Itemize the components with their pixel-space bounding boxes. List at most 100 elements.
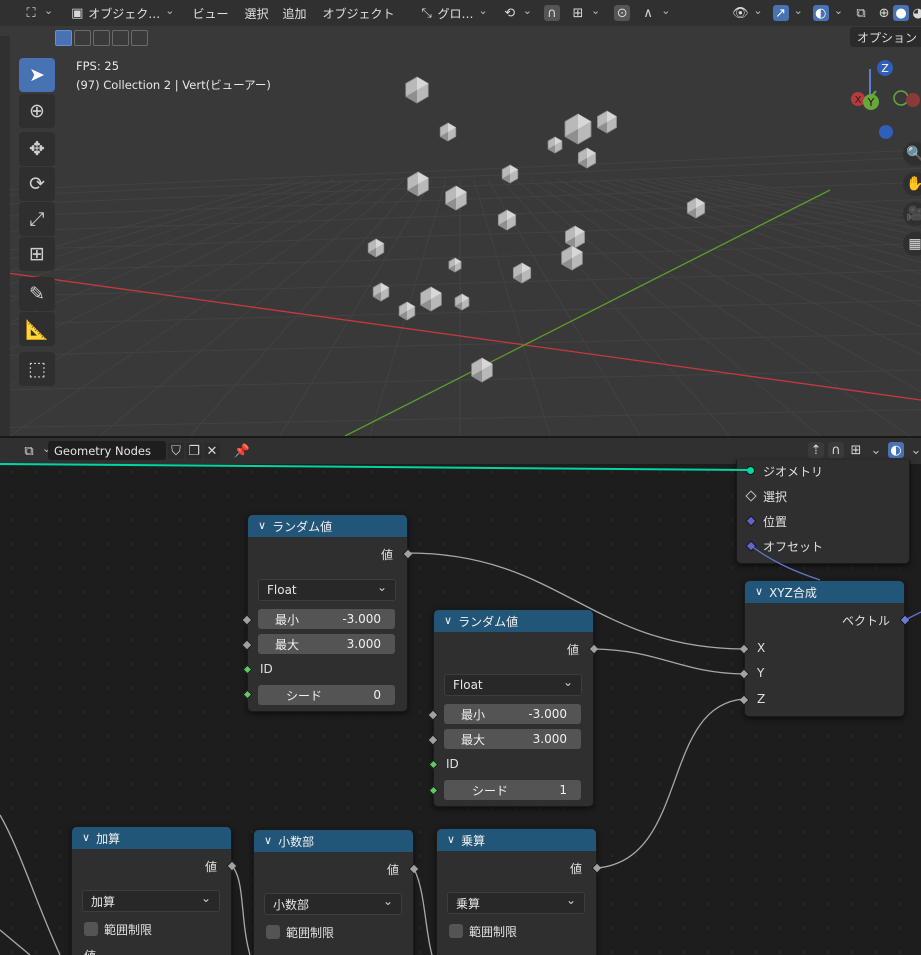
icosphere-instance[interactable] bbox=[564, 113, 592, 145]
visibility-dropdown[interactable]: 👁 bbox=[727, 3, 767, 23]
operation-dropdown[interactable]: 小数部 bbox=[264, 893, 402, 915]
max-field[interactable]: 最大 3.000 bbox=[444, 729, 581, 749]
collapse-arrow-icon[interactable]: ∨ bbox=[82, 831, 90, 844]
solid-shading-icon[interactable]: ● bbox=[893, 5, 910, 21]
node-header[interactable]: ∨ 小数部 bbox=[254, 830, 413, 852]
select-subtract-mode-icon[interactable] bbox=[93, 30, 110, 46]
math-add-node[interactable]: ∨ 加算 値 加算 範囲制限 値 bbox=[71, 826, 238, 955]
perspective-toggle-button[interactable]: ▦ bbox=[903, 232, 921, 256]
add-cube-tool[interactable]: ⬚ bbox=[19, 352, 55, 386]
collapse-arrow-icon[interactable]: ∨ bbox=[258, 519, 266, 532]
icosphere-instance[interactable] bbox=[448, 257, 462, 273]
wireframe-shading-icon[interactable]: ⊕ bbox=[876, 5, 892, 21]
select-box-tool[interactable]: ➤ bbox=[19, 58, 55, 92]
offset-input-socket[interactable] bbox=[745, 540, 757, 552]
node-header[interactable]: ∨ ランダム値 bbox=[248, 515, 407, 537]
position-input-socket[interactable] bbox=[745, 515, 757, 527]
max-field[interactable]: 最大 3.000 bbox=[258, 634, 395, 654]
clamp-checkbox[interactable] bbox=[84, 922, 98, 936]
3d-viewport[interactable] bbox=[0, 0, 921, 436]
snap-magnet-icon[interactable]: ∩ bbox=[828, 442, 844, 458]
cursor-tool[interactable]: ⊕ bbox=[19, 94, 55, 128]
pivot-dropdown[interactable]: ⟲ bbox=[497, 3, 537, 23]
chevron-down-icon[interactable]: ⌄ bbox=[868, 442, 884, 458]
transform-orientation-dropdown[interactable]: ⤡ グロ… bbox=[414, 3, 493, 23]
falloff-dropdown[interactable]: ∧ bbox=[635, 3, 675, 23]
collapse-arrow-icon[interactable]: ∨ bbox=[755, 585, 763, 598]
menu-select[interactable]: 選択 bbox=[239, 3, 273, 23]
proportional-edit-toggle[interactable]: ⊙ bbox=[609, 3, 635, 23]
math-fraction-node[interactable]: ∨ 小数部 値 小数部 範囲制限 bbox=[253, 829, 420, 955]
snap-toggle[interactable]: ∩ bbox=[539, 3, 565, 23]
clamp-checkbox[interactable] bbox=[449, 924, 463, 938]
collapse-arrow-icon[interactable]: ∨ bbox=[444, 614, 452, 627]
snap-node-icon[interactable]: ⊞ bbox=[848, 442, 864, 458]
operation-dropdown[interactable]: 乗算 bbox=[447, 892, 585, 914]
scale-tool[interactable]: ⤢ bbox=[19, 202, 55, 236]
xray-toggle[interactable]: ⧉ bbox=[848, 3, 874, 23]
min-field[interactable]: 最小 -3.000 bbox=[444, 704, 581, 724]
measure-tool[interactable]: 📐 bbox=[19, 312, 55, 346]
operation-dropdown[interactable]: 加算 bbox=[82, 890, 220, 912]
mode-dropdown[interactable]: ▣ オブジェク… bbox=[64, 3, 179, 23]
data-type-dropdown[interactable]: Float bbox=[444, 674, 582, 696]
overlay-dropdown[interactable]: ◐ bbox=[808, 3, 848, 23]
duplicate-icon[interactable]: ❐ bbox=[186, 443, 202, 459]
editor-type-button[interactable]: ⛶ bbox=[18, 3, 58, 23]
data-type-dropdown[interactable]: Float bbox=[258, 579, 396, 601]
icosphere-instance[interactable] bbox=[407, 171, 429, 197]
gizmo-dropdown[interactable]: ↗ bbox=[768, 3, 808, 23]
node-header[interactable]: ∨ XYZ合成 bbox=[745, 581, 904, 603]
node-header[interactable]: ∨ ランダム値 bbox=[434, 610, 593, 632]
icosphere-instance[interactable] bbox=[547, 136, 563, 154]
select-intersect-mode-icon[interactable] bbox=[131, 30, 148, 46]
icosphere-instance[interactable] bbox=[565, 225, 585, 249]
options-dropdown[interactable]: オプション bbox=[850, 27, 921, 47]
random-value-node-1[interactable]: ∨ ランダム値 値 Float 最小 -3.000 最大 3.000 ID シード 0 bbox=[241, 514, 414, 712]
selection-input-socket[interactable] bbox=[745, 490, 757, 502]
move-tool[interactable]: ✥ bbox=[19, 132, 55, 166]
parent-node-tree-icon[interactable]: ⇡ bbox=[808, 442, 824, 458]
pan-button[interactable]: ✋ bbox=[903, 172, 921, 196]
icosphere-instance[interactable] bbox=[439, 122, 457, 142]
collapse-arrow-icon[interactable]: ∨ bbox=[447, 833, 455, 846]
navigation-gizmo[interactable]: Z X Y bbox=[840, 55, 921, 140]
node-tree-name-field[interactable]: Geometry Nodes bbox=[48, 441, 166, 460]
icosphere-instance[interactable] bbox=[398, 301, 416, 321]
icosphere-instance[interactable] bbox=[367, 238, 385, 258]
camera-view-button[interactable]: 🎥 bbox=[903, 202, 921, 226]
pin-icon[interactable]: 📌 bbox=[234, 443, 250, 459]
viewport-canvas[interactable] bbox=[0, 0, 921, 436]
random-value-node-2[interactable]: ∨ ランダム値 値 Float 最小 -3.000 最大 3.000 ID シード 1 bbox=[427, 609, 600, 807]
clamp-checkbox[interactable] bbox=[266, 925, 280, 939]
icosphere-instance[interactable] bbox=[405, 76, 429, 104]
gizmo-neg-x[interactable] bbox=[906, 93, 920, 107]
combine-xyz-node[interactable]: ∨ XYZ合成 ベクトル X Y Z bbox=[738, 580, 911, 717]
node-header[interactable]: ∨ 加算 bbox=[72, 827, 231, 849]
icosphere-instance[interactable] bbox=[372, 282, 390, 302]
icosphere-instance[interactable] bbox=[512, 262, 532, 284]
transform-tool[interactable]: ⊞ bbox=[19, 237, 55, 271]
icosphere-instance[interactable] bbox=[471, 357, 493, 383]
select-invert-mode-icon[interactable] bbox=[112, 30, 129, 46]
icosphere-instance[interactable] bbox=[497, 209, 517, 231]
min-field[interactable]: 最小 -3.000 bbox=[258, 609, 395, 629]
node-header[interactable]: ∨ 乗算 bbox=[437, 829, 596, 851]
geometry-input-socket[interactable] bbox=[746, 466, 755, 475]
close-icon[interactable]: ✕ bbox=[204, 443, 220, 459]
icosphere-instance[interactable] bbox=[420, 286, 442, 312]
icosphere-instance[interactable] bbox=[445, 185, 467, 211]
math-multiply-node[interactable]: ∨ 乗算 値 乗算 範囲制限 bbox=[436, 828, 603, 955]
seed-field[interactable]: シード 1 bbox=[444, 780, 581, 800]
annotate-tool[interactable]: ✎ bbox=[19, 277, 55, 311]
seed-field[interactable]: シード 0 bbox=[258, 685, 395, 705]
select-new-mode-icon[interactable] bbox=[55, 30, 72, 46]
set-position-node[interactable]: ジオメトリ 選択 位置 オフセット bbox=[736, 460, 910, 564]
menu-add[interactable]: 追加 bbox=[277, 3, 311, 23]
overlay-chevron-icon[interactable]: ⌄ bbox=[908, 442, 921, 458]
icosphere-instance[interactable] bbox=[597, 110, 617, 134]
zoom-button[interactable]: 🔍 bbox=[903, 142, 921, 166]
fake-user-shield-icon[interactable]: ⛉ bbox=[168, 443, 184, 459]
gizmo-neg-z[interactable] bbox=[879, 125, 893, 139]
menu-object[interactable]: オブジェクト bbox=[318, 3, 400, 23]
